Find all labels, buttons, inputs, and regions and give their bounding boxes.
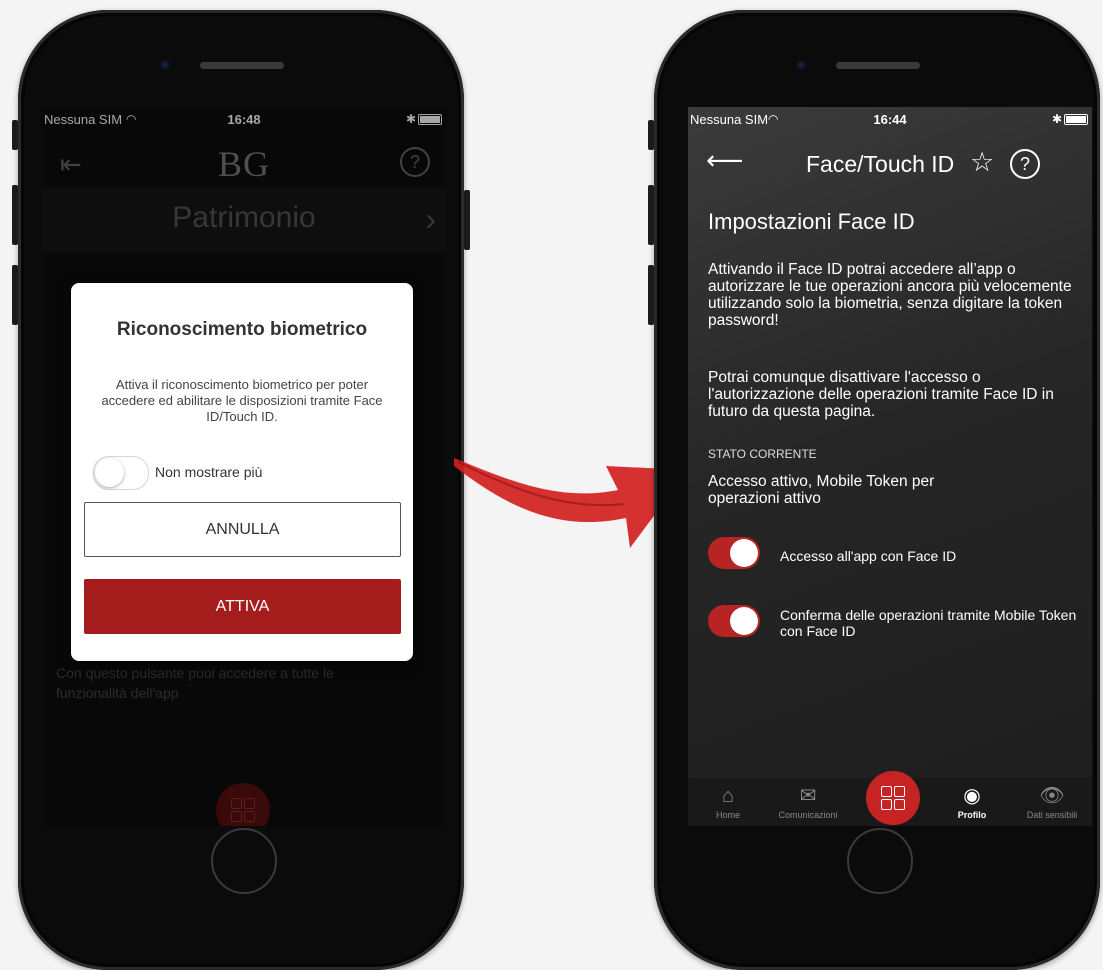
- power-button: [464, 190, 470, 250]
- volume-down-button: [12, 265, 18, 325]
- mail-icon: ✉: [799, 785, 817, 807]
- mute-switch: [12, 120, 18, 150]
- screen-right: Nessuna SIM ◠ 16:44 ✱ ⟵ Face/Touch ID ☆ …: [688, 107, 1092, 826]
- activate-button[interactable]: ATTIVA: [84, 579, 401, 634]
- info-paragraph: Potrai comunque disattivare l'accesso o …: [708, 369, 1054, 420]
- tab-label: Dati sensibili: [1026, 810, 1078, 820]
- front-camera: [796, 60, 806, 70]
- front-camera: [160, 60, 170, 70]
- tab-label: Profilo: [957, 810, 987, 820]
- switch-knob: [730, 607, 758, 635]
- menu-fab-button[interactable]: [866, 771, 920, 825]
- tab-dati-sensibili[interactable]: 👁 Dati sensibili: [1012, 784, 1092, 820]
- dialog-title: Riconoscimento biometrico: [116, 319, 368, 340]
- earpiece: [200, 62, 284, 69]
- tab-profilo[interactable]: ◉ Profilo: [932, 784, 1012, 820]
- volume-down-button: [648, 265, 654, 325]
- mute-switch: [648, 120, 654, 150]
- home-button[interactable]: [211, 828, 277, 894]
- battery-icon: [1064, 114, 1088, 125]
- phone-right: Nessuna SIM ◠ 16:44 ✱ ⟵ Face/Touch ID ☆ …: [648, 10, 1100, 970]
- intro-paragraph: Attivando il Face ID potrai accedere all…: [708, 261, 1072, 329]
- tab-comunicazioni[interactable]: ✉ Comunicazioni: [768, 784, 848, 820]
- state-label: STATO CORRENTE: [708, 447, 817, 461]
- tab-label: Home: [715, 810, 740, 820]
- tab-label: Comunicazioni: [778, 810, 838, 820]
- grid-icon: [881, 786, 905, 810]
- help-icon[interactable]: ?: [1010, 149, 1040, 179]
- star-icon[interactable]: ☆: [970, 147, 994, 178]
- volume-up-button: [12, 185, 18, 245]
- tab-home[interactable]: ⌂ Home: [688, 784, 768, 820]
- volume-up-button: [648, 185, 654, 245]
- profile-icon: ◉: [963, 785, 981, 807]
- faceid-login-switch[interactable]: [708, 537, 760, 569]
- clock: 16:44: [873, 112, 907, 127]
- cancel-button[interactable]: ANNULLA: [84, 502, 401, 557]
- switch-knob: [730, 539, 758, 567]
- faceid-token-label: Conferma delle operazioni tramite Mobile…: [780, 607, 1077, 639]
- eye-icon: 👁: [1039, 785, 1065, 807]
- home-icon: ⌂: [721, 785, 735, 807]
- section-heading: Impostazioni Face ID: [708, 209, 915, 234]
- bluetooth-icon: ✱: [1051, 112, 1062, 126]
- back-arrow-icon[interactable]: ⟵: [706, 145, 743, 176]
- status-bar: Nessuna SIM ◠ 16:44 ✱: [688, 107, 1092, 129]
- page-title: Face/Touch ID: [806, 151, 955, 177]
- state-value: Accesso attivo, Mobile Token per operazi…: [708, 473, 935, 507]
- biometric-dialog: Riconoscimento biometrico Attiva il rico…: [71, 283, 413, 661]
- dont-show-again-toggle[interactable]: [93, 456, 149, 490]
- earpiece: [836, 62, 920, 69]
- app-header: ⟵ Face/Touch ID ☆ ?: [688, 133, 1092, 185]
- dialog-text: Attiva il riconoscimento biometrico per …: [101, 377, 383, 424]
- faceid-token-switch[interactable]: [708, 605, 760, 637]
- faceid-login-label: Accesso all'app con Face ID: [780, 548, 957, 564]
- dont-show-again-label: Non mostrare più: [155, 464, 263, 480]
- home-button[interactable]: [847, 828, 913, 894]
- toggle-knob: [95, 458, 124, 487]
